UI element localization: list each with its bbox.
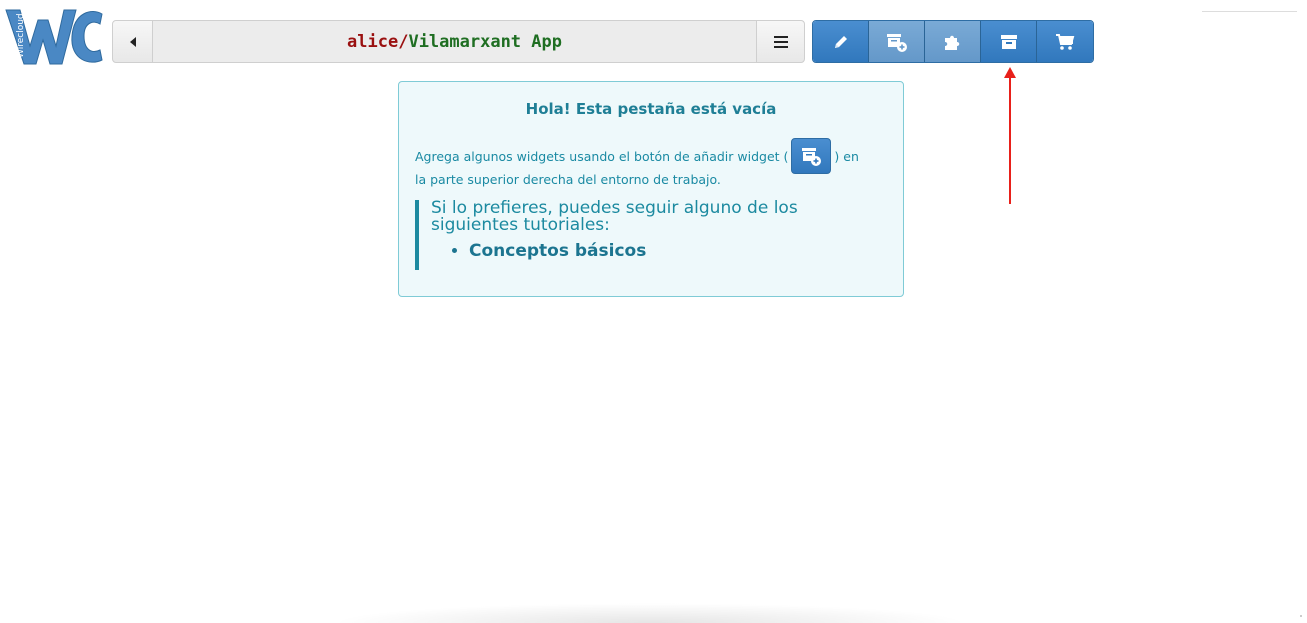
add-widget-icon (886, 33, 907, 52)
back-button[interactable] (113, 21, 153, 62)
panel-title: Hola! Esta pestaña está vacía (525, 100, 777, 118)
caret-left-icon (129, 36, 136, 47)
workspace-name: Vilamarxant App (408, 31, 562, 52)
my-resources-button[interactable] (981, 21, 1037, 62)
wiring-button[interactable] (925, 21, 981, 62)
panel-instruction-line-2: la parte superior derecha del entorno de… (415, 172, 721, 187)
corner-dot (1300, 615, 1302, 617)
main-toolbar (812, 20, 1094, 63)
panel-instruction-line: Agrega algunos widgets usando el botón d… (415, 138, 859, 174)
add-widget-button[interactable] (869, 21, 925, 62)
hamburger-icon (773, 35, 788, 48)
logo-text: Wirecloud (16, 13, 26, 58)
tutorials-blockquote: Si lo prefieres, puedes seguir alguno de… (415, 200, 885, 270)
top-right-divider (1202, 11, 1297, 12)
workspace-menu-button[interactable] (756, 21, 804, 62)
empty-tab-info-panel: Hola! Esta pestaña está vacía Agrega alg… (398, 81, 904, 297)
tutorial-link-basic-concepts[interactable]: Conceptos básicos (469, 238, 885, 264)
workspace-title[interactable]: alice / Vilamarxant App (153, 21, 756, 62)
inline-add-widget-button[interactable] (791, 138, 832, 174)
archive-icon (1000, 34, 1017, 49)
tutorials-list: Conceptos básicos (431, 238, 885, 264)
pencil-icon (834, 35, 847, 48)
tutorials-intro: Si lo prefieres, puedes seguir alguno de… (431, 198, 798, 235)
edit-button[interactable] (813, 21, 869, 62)
red-arrow-annotation (1004, 67, 1016, 204)
bottom-shadow (330, 603, 970, 623)
marketplace-button[interactable] (1037, 21, 1093, 62)
instruction-text-before: Agrega algunos widgets usando el botón d… (415, 148, 789, 164)
wirecloud-logo[interactable]: Wirecloud (4, 6, 104, 68)
shopping-cart-icon (1056, 33, 1075, 50)
add-widget-icon (802, 148, 822, 166)
puzzle-icon (944, 35, 959, 50)
instruction-text-after: ) en (834, 148, 859, 164)
path-separator: / (398, 31, 409, 52)
workspace-path-bar: alice / Vilamarxant App (112, 20, 805, 63)
workspace-owner: alice (347, 31, 399, 52)
